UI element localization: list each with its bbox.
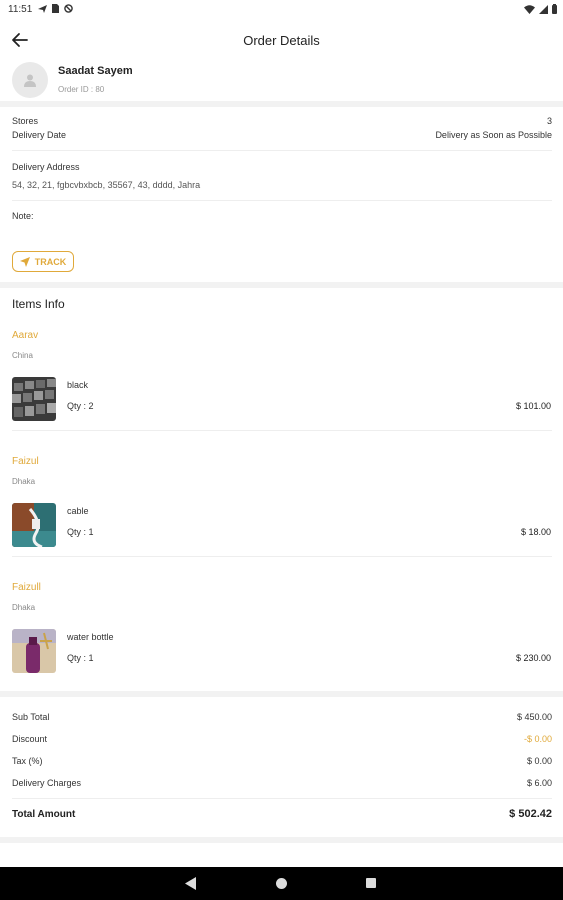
divider xyxy=(12,150,552,151)
divider xyxy=(12,430,552,431)
status-time: 11:51 xyxy=(8,4,33,15)
subtotal-value: $ 450.00 xyxy=(516,712,552,722)
store-city: Dhaka xyxy=(12,603,36,612)
tax-value: $ 0.00 xyxy=(526,756,552,766)
store-city: Dhaka xyxy=(12,477,36,486)
avatar xyxy=(12,62,48,98)
status-bar: 11:51 xyxy=(0,0,563,20)
section-divider xyxy=(0,282,563,288)
delivery-charges-row: Delivery Charges $ 6.00 xyxy=(12,778,552,788)
note-label: Note: xyxy=(12,211,34,221)
status-notification-icons xyxy=(38,4,73,13)
items-info-title: Items Info xyxy=(12,297,65,311)
stores-label: Stores xyxy=(12,116,39,126)
nav-back-icon[interactable] xyxy=(185,877,197,890)
store-name: Faizul xyxy=(12,456,39,467)
item-price: $ 230.00 xyxy=(515,653,551,663)
item-price: $ 18.00 xyxy=(520,527,551,537)
customer-name: Saadat Sayem xyxy=(58,65,133,77)
item-qty: Qty : 1 xyxy=(67,527,94,537)
total-value: $ 502.42 xyxy=(509,808,552,820)
total-label: Total Amount xyxy=(12,809,76,820)
system-navigation-bar xyxy=(0,867,563,900)
delivery-charges-label: Delivery Charges xyxy=(12,778,82,788)
item-price: $ 101.00 xyxy=(515,401,551,411)
app-bar: Order Details xyxy=(0,22,563,58)
address-label: Delivery Address xyxy=(12,162,80,172)
item-name: cable xyxy=(67,506,89,516)
delivery-date-row: Delivery Date Delivery as Soon as Possib… xyxy=(12,130,552,140)
page-title: Order Details xyxy=(243,33,320,48)
delivery-date-value: Delivery as Soon as Possible xyxy=(435,130,552,140)
navigation-arrow-icon xyxy=(19,256,30,267)
battery-icon xyxy=(552,4,557,14)
send-icon xyxy=(38,4,47,13)
store-city: China xyxy=(12,351,33,360)
customer-header: Saadat Sayem Order ID : 80 xyxy=(12,62,552,100)
section-divider xyxy=(0,837,563,843)
order-id: Order ID : 80 xyxy=(58,85,105,94)
discount-row: Discount -$ 0.00 xyxy=(12,734,552,744)
store-name: Faizull xyxy=(12,582,41,593)
divider xyxy=(12,798,552,799)
total-row: Total Amount $ 502.42 xyxy=(12,808,552,820)
subtotal-label: Sub Total xyxy=(12,712,50,722)
store-name: Aarav xyxy=(12,330,39,341)
track-label: TRACK xyxy=(34,256,67,267)
avatar-placeholder-icon xyxy=(24,74,36,87)
product-image-black xyxy=(12,377,56,421)
subtotal-row: Sub Total $ 450.00 xyxy=(12,712,552,722)
nav-recents-icon[interactable] xyxy=(366,878,376,888)
stores-value: 3 xyxy=(546,116,552,126)
track-button[interactable]: TRACK xyxy=(12,251,74,272)
section-divider xyxy=(0,101,563,107)
divider xyxy=(12,200,552,201)
nav-home-icon[interactable] xyxy=(276,878,287,889)
item-name: water bottle xyxy=(67,632,114,642)
delivery-charges-value: $ 6.00 xyxy=(526,778,552,788)
blocked-icon xyxy=(64,4,73,13)
wifi-icon xyxy=(524,4,535,14)
stores-row: Stores 3 xyxy=(12,116,552,126)
section-divider xyxy=(0,691,563,697)
keyboard-image xyxy=(12,377,56,421)
tax-label: Tax (%) xyxy=(12,756,43,766)
signal-icon xyxy=(539,4,548,14)
discount-label: Discount xyxy=(12,734,48,744)
discount-value: -$ 0.00 xyxy=(523,734,552,744)
divider xyxy=(12,556,552,557)
bottle-image xyxy=(12,629,56,673)
item-qty: Qty : 2 xyxy=(67,401,94,411)
sim-icon xyxy=(52,4,59,13)
address-value: 54, 32, 21, fgbcvbxbcb, 35567, 43, dddd,… xyxy=(12,180,201,190)
tax-row: Tax (%) $ 0.00 xyxy=(12,756,552,766)
status-system-icons xyxy=(524,4,557,14)
product-image-water-bottle xyxy=(12,629,56,673)
item-qty: Qty : 1 xyxy=(67,653,94,663)
product-image-cable xyxy=(12,503,56,547)
item-name: black xyxy=(67,380,89,390)
cable-image xyxy=(12,503,56,547)
delivery-date-label: Delivery Date xyxy=(12,130,67,140)
